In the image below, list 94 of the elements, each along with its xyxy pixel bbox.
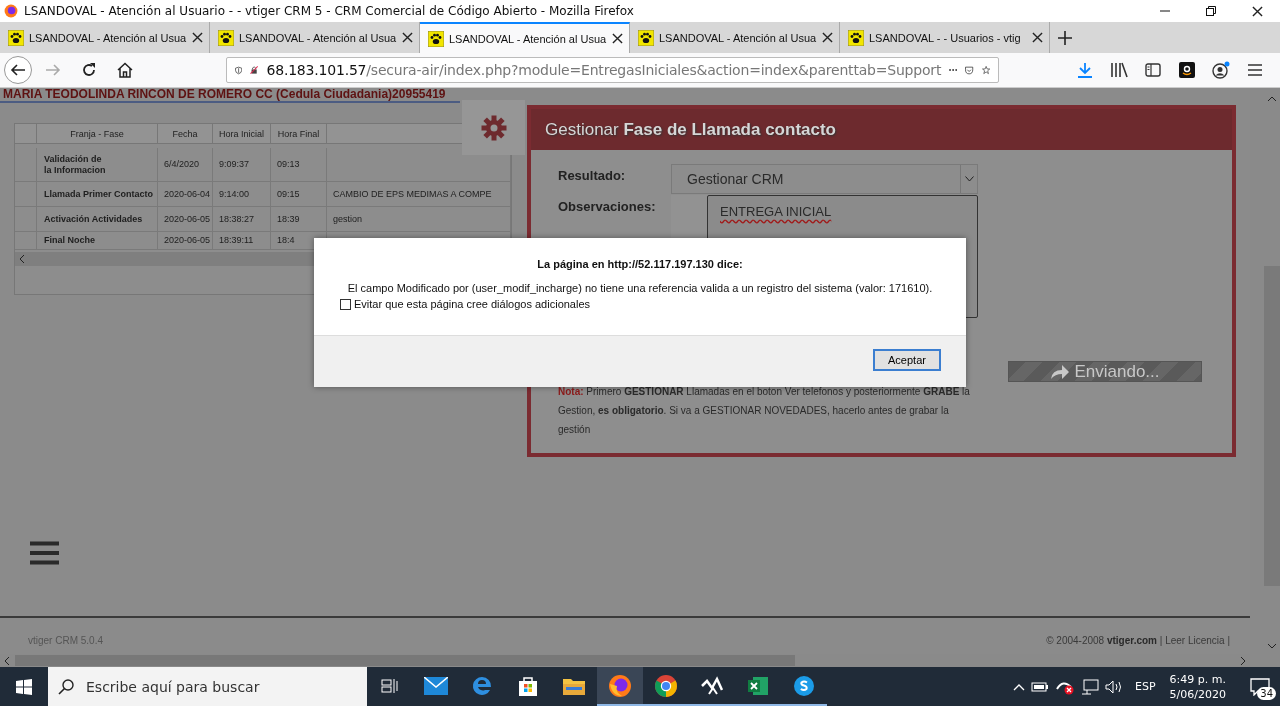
sending-button[interactable]: Enviando... — [1008, 361, 1202, 382]
field-label: Observaciones: — [558, 198, 657, 214]
language-indicator[interactable]: ESP — [1135, 680, 1156, 693]
result-dropdown[interactable]: Gestionar CRM — [671, 164, 978, 194]
scroll-right-icon[interactable] — [1240, 656, 1246, 665]
checkbox-label: Evitar que esta página cree diálogos adicionales — [354, 298, 591, 310]
table-cell: Final Noche — [37, 232, 158, 250]
scroll-left-icon[interactable] — [4, 656, 10, 665]
table-cell: 2020-06-05 — [158, 232, 213, 250]
column-header: Fecha — [158, 124, 213, 144]
back-arrow-icon[interactable] — [10, 62, 26, 78]
clock-time[interactable]: 6:49 p. m. — [1169, 671, 1226, 687]
table-cell: 2020-06-05 — [158, 207, 213, 232]
scroll-left-icon[interactable] — [19, 255, 25, 263]
paw-icon — [218, 29, 234, 46]
table-cell: 09:15 — [271, 182, 327, 207]
dialog-title: La página en http://52.117.197.130 dice: — [537, 258, 743, 270]
close-icon[interactable] — [822, 32, 833, 43]
close-icon[interactable] — [1251, 5, 1263, 17]
account-icon[interactable] — [1212, 61, 1230, 79]
close-icon[interactable] — [402, 32, 413, 43]
close-icon[interactable] — [1032, 32, 1043, 43]
app-icon[interactable] — [701, 675, 723, 696]
field-label: Resultado: — [558, 167, 627, 183]
menu-icon[interactable] — [30, 541, 59, 565]
reload-icon[interactable] — [81, 62, 97, 78]
address-field[interactable]: 68.183.101.57/secura-air/index.php?module=EntregasIniciales&action=index&parenttab=Support — [226, 57, 999, 83]
table-cell: 2020-06-04 — [158, 182, 213, 207]
close-icon[interactable] — [612, 33, 623, 44]
table-cell: CAMBIO DE EPS MEDIMAS A COMPE — [327, 182, 511, 207]
task-view-icon[interactable] — [381, 677, 399, 694]
scrollbar-thumb[interactable] — [15, 655, 795, 666]
url-host: 68.183.101.57 — [266, 62, 367, 78]
panel-title: Gestionar Fase de Llamada contacto — [545, 119, 836, 140]
table-cell: 9:09:37 — [213, 148, 271, 182]
plus-icon[interactable] — [1058, 30, 1072, 45]
table-cell: gestion — [327, 207, 511, 232]
notification-count: 34 — [1257, 687, 1276, 700]
paw-icon — [428, 30, 444, 47]
column-header: Hora Final — [271, 124, 327, 144]
table-cell: 18:38:27 — [213, 207, 271, 232]
paw-icon — [8, 29, 24, 46]
library-icon[interactable] — [1110, 62, 1128, 78]
folder-icon[interactable] — [563, 676, 585, 695]
gear-icon[interactable] — [480, 114, 507, 141]
column-header: Hora Inicial — [213, 124, 271, 144]
amazon-icon[interactable] — [1179, 62, 1195, 78]
dialog-message: El campo Modificado por (user_modif_incharge) no tiene una referencia valida a un registro del sistema (valor: 171610). — [347, 282, 933, 294]
sidebar-icon[interactable] — [1145, 63, 1161, 77]
chrome-icon[interactable] — [654, 673, 678, 698]
checkbox[interactable] — [340, 298, 351, 310]
menu-icon[interactable] — [1247, 63, 1263, 77]
note-text: Nota: Primero GESTIONAR Llamadas en el boton Ver telefonos y posteriormente GRABE la Gestion, es obligatorio. Si va a GESTIONAR NOVEDADES, hacerlo antes de grabar la gestión — [558, 385, 971, 437]
paw-icon — [638, 29, 654, 46]
table-cell: Validación de la Informacion — [37, 148, 158, 182]
table-cell: Llamada Primer Contacto — [37, 182, 158, 207]
more-icon[interactable] — [949, 68, 958, 72]
browser-tab[interactable]: LSANDOVAL - Atención al Usua — [420, 22, 630, 53]
table-cell: 6/4/2020 — [158, 148, 213, 182]
search-field[interactable]: Escribe aquí para buscar — [48, 667, 367, 706]
record-title: MARIA TEODOLINDA RINCON DE ROMERO CC (Cedula Ciudadania)20955419 — [2, 88, 447, 100]
table-cell: 18:39 — [271, 207, 327, 232]
scroll-down-icon[interactable] — [1268, 643, 1276, 649]
accept-button[interactable]: Aceptar — [873, 349, 941, 371]
close-icon[interactable] — [192, 32, 203, 43]
spreadsheet-icon[interactable] — [747, 674, 769, 697]
table-cell: 09:13 — [271, 148, 327, 182]
mail-icon[interactable] — [424, 676, 448, 695]
share-arrow-icon — [1050, 363, 1071, 380]
column-header: Franja - Fase — [37, 124, 158, 144]
home-icon[interactable] — [117, 62, 133, 78]
copyright-text: © 2004-2008 vtiger.com | Leer Licencia | — [1046, 635, 1230, 646]
firefox-icon[interactable] — [608, 673, 632, 698]
search-icon — [58, 678, 74, 695]
browser-icon[interactable] — [471, 674, 493, 697]
chevron-down-icon — [964, 176, 974, 182]
window-title: LSANDOVAL - Atención al Usuario - - vtiger CRM 5 - CRM Comercial de Código Abierto - Mozilla Firefox — [24, 4, 634, 18]
battery-icon[interactable] — [1031, 680, 1049, 693]
clock-date[interactable]: 5/06/2020 — [1169, 686, 1226, 702]
table-cell: 9:14:00 — [213, 182, 271, 207]
download-icon[interactable] — [1077, 62, 1093, 78]
shopping-bag-icon[interactable] — [517, 674, 539, 697]
firefox-icon — [4, 4, 18, 18]
table-cell: Activación Actividades — [37, 207, 158, 232]
chat-app-icon[interactable] — [793, 674, 815, 697]
paw-icon — [848, 29, 864, 46]
windows-start-icon[interactable] — [16, 678, 32, 695]
monitor-icon[interactable] — [1081, 678, 1099, 695]
volume-icon[interactable] — [1105, 679, 1123, 694]
url-path: /secura-air/index.php?module=EntregasIniciales&action=index&parenttab=Support — [366, 62, 942, 78]
table-cell: 18:39:11 — [213, 232, 271, 250]
restore-icon[interactable] — [1206, 6, 1216, 16]
scroll-up-icon[interactable] — [1268, 96, 1276, 102]
chevron-up-icon[interactable] — [1013, 682, 1025, 691]
